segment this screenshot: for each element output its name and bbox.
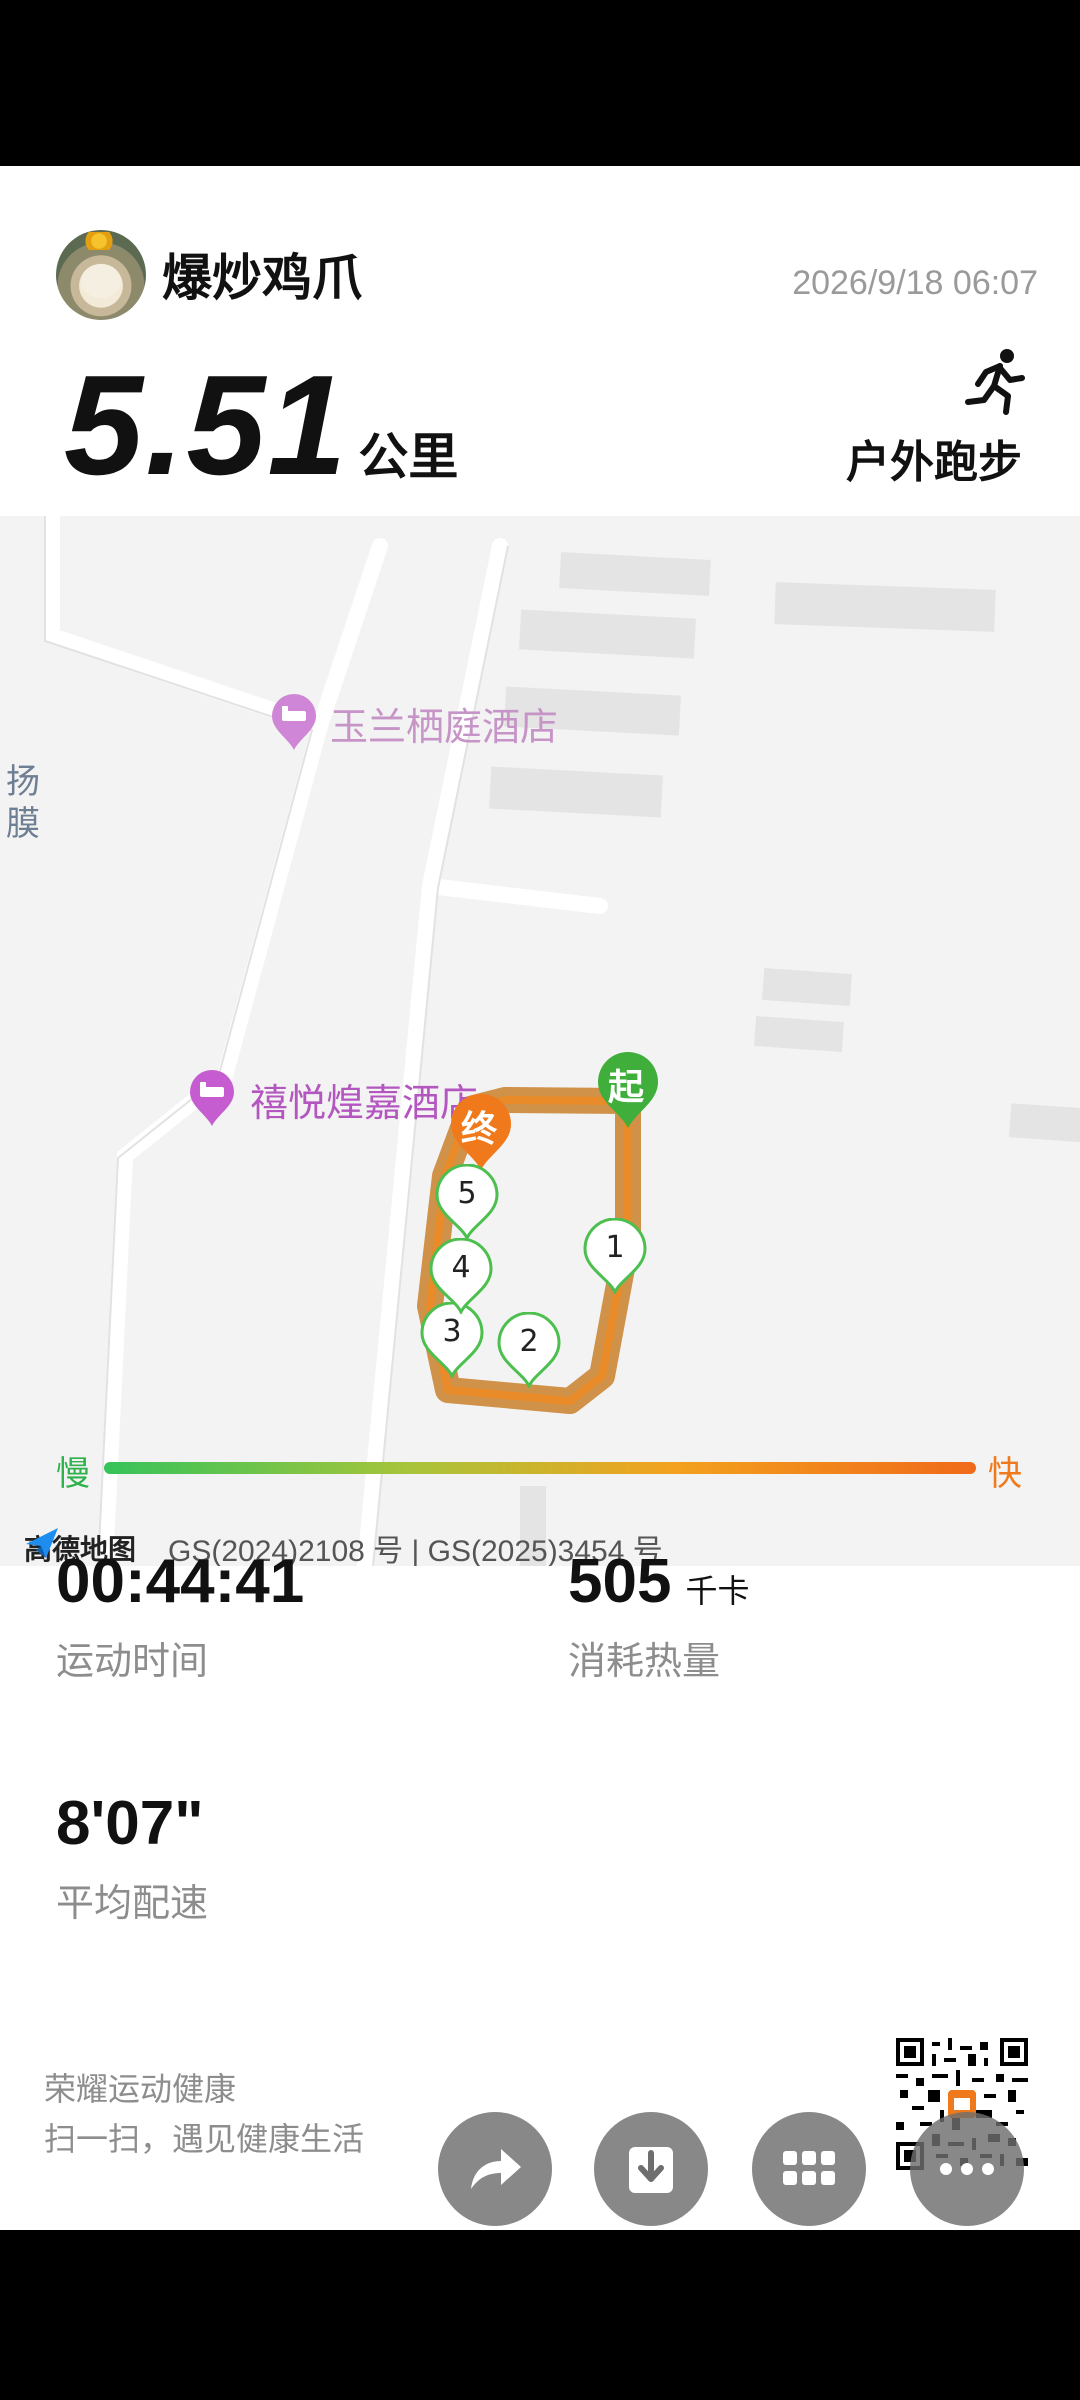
brand-slogan: 扫一扫，遇见健康生活: [44, 2120, 365, 2158]
activity-type: 户外跑步: [846, 437, 1022, 488]
more-options-button[interactable]: [910, 2112, 1024, 2226]
km-marker-4[interactable]: 4: [428, 1238, 494, 1314]
brand-name: 荣耀运动健康: [44, 2070, 237, 2108]
route-map[interactable]: 玉兰栖庭酒店 禧悦煌嘉酒店 扬 膜 起 终 1 2 3 4 5 高德地图 GS(…: [0, 516, 1080, 1566]
pace-value: 8'07": [56, 1789, 204, 1858]
km-marker-label: 2: [519, 1324, 539, 1359]
duration-label: 运动时间: [56, 1639, 209, 1683]
share-icon: [471, 2149, 521, 2189]
km-marker-5[interactable]: 5: [434, 1164, 500, 1240]
km-marker-1[interactable]: 1: [582, 1218, 648, 1294]
calories-unit: 千卡: [685, 1573, 750, 1609]
km-marker-2[interactable]: 2: [496, 1312, 562, 1388]
amap-logo-icon: [26, 1528, 58, 1558]
calories-label: 消耗热量: [568, 1639, 721, 1683]
more-icon: [940, 2163, 994, 2175]
distance-unit: 公里: [358, 428, 459, 486]
pace-label: 平均配速: [56, 1881, 209, 1925]
km-marker-label: 5: [457, 1176, 477, 1211]
hotel-pin-icon[interactable]: [186, 1068, 238, 1128]
speed-legend-fast: 快: [988, 1454, 1022, 1494]
map-canvas: [44, 516, 1080, 1566]
download-button[interactable]: [594, 2112, 708, 2226]
start-label: 起: [608, 1067, 645, 1108]
username: 爆炒鸡爪: [162, 249, 362, 307]
distance-value: 5.51: [64, 346, 349, 505]
km-marker-label: 3: [442, 1314, 462, 1349]
calories-value-row: 505 千卡: [568, 1546, 749, 1617]
poi-label-hotel-2[interactable]: 禧悦煌嘉酒店: [250, 1072, 478, 1127]
km-marker-label: 1: [605, 1230, 625, 1265]
duration-value: 00:44:41: [56, 1547, 305, 1616]
calories-value: 505: [568, 1547, 672, 1616]
speed-legend-slow: 慢: [56, 1454, 90, 1494]
activity-datetime: 2026/9/18 06:07: [792, 264, 1038, 302]
distance: 5.51 公里: [64, 344, 458, 508]
share-card: 爆炒鸡爪 2026/9/18 06:07 5.51 公里 户外跑步 玉兰栖庭酒店…: [0, 166, 1080, 2230]
grid-icon: [783, 2151, 835, 2185]
running-icon: [965, 349, 1025, 415]
km-marker-label: 4: [451, 1250, 471, 1285]
end-label: 终: [461, 1109, 498, 1150]
map-side-text-2: 膜: [6, 804, 40, 844]
more-apps-button[interactable]: [752, 2112, 866, 2226]
share-button[interactable]: [438, 2112, 552, 2226]
flower-decoration: [82, 232, 116, 250]
speed-legend-bar: [104, 1462, 976, 1474]
hotel-pin-icon[interactable]: [268, 692, 320, 752]
avatar: [56, 230, 146, 320]
poi-label-hotel-1[interactable]: 玉兰栖庭酒店: [330, 696, 558, 751]
avatar-face: [81, 264, 121, 298]
download-icon: [629, 2147, 673, 2193]
